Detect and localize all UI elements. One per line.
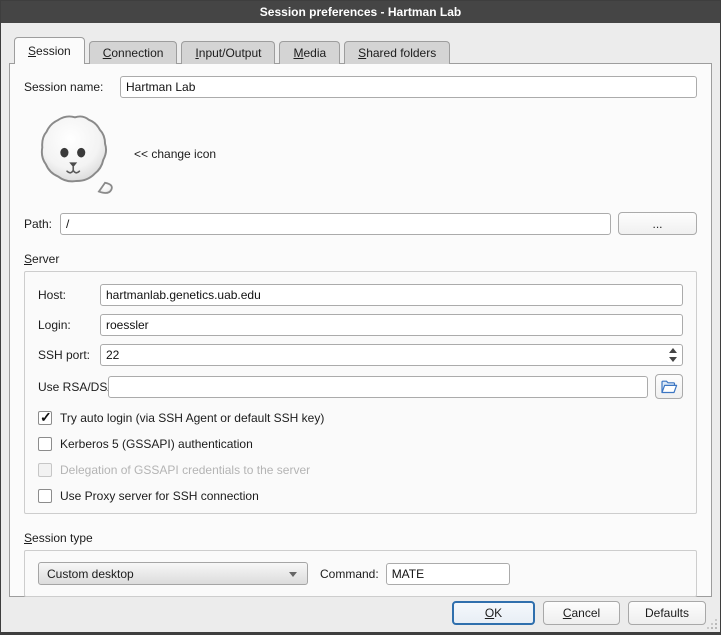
session-type-group-label: Session type <box>24 531 697 545</box>
host-row: Host: <box>38 284 683 306</box>
host-input[interactable] <box>100 284 683 306</box>
spin-up-icon[interactable] <box>669 348 677 353</box>
ok-button[interactable]: OK <box>452 601 535 625</box>
command-input[interactable] <box>386 563 510 585</box>
titlebar[interactable]: Session preferences - Hartman Lab <box>1 1 720 23</box>
ssh-port-row: SSH port: <box>38 344 683 366</box>
tab-shared-folders[interactable]: Shared folders <box>344 41 450 64</box>
spin-buttons <box>664 345 682 365</box>
kerberos-checkbox[interactable] <box>38 437 52 451</box>
defaults-button[interactable]: Defaults <box>628 601 706 625</box>
window-title: Session preferences - Hartman Lab <box>260 5 461 19</box>
tab-media[interactable]: Media <box>279 41 340 64</box>
gssapi-delegation-checkbox-row: Delegation of GSSAPI credentials to the … <box>38 463 683 477</box>
resize-grip[interactable] <box>708 620 718 630</box>
session-type-dropdown[interactable]: Custom desktop <box>38 562 308 585</box>
kerberos-checkbox-row[interactable]: Kerberos 5 (GSSAPI) authentication <box>38 437 683 451</box>
cancel-button[interactable]: Cancel <box>543 601 620 625</box>
proxy-checkbox-row[interactable]: Use Proxy server for SSH connection <box>38 489 683 503</box>
gssapi-delegation-checkbox <box>38 463 52 477</box>
session-type-row: Custom desktop Command: <box>38 562 683 585</box>
spin-down-icon[interactable] <box>669 357 677 362</box>
auto-login-checkbox-row[interactable]: Try auto login (via SSH Agent or default… <box>38 411 683 425</box>
x2go-seal-mascot-icon <box>30 112 120 196</box>
gssapi-delegation-label: Delegation of GSSAPI credentials to the … <box>60 463 310 477</box>
path-input[interactable] <box>60 213 611 235</box>
server-groupbox: Host: Login: SSH port: <box>24 271 697 514</box>
tab-session[interactable]: Session <box>14 37 85 64</box>
session-preferences-dialog: Session preferences - Hartman Lab Sessio… <box>0 0 721 635</box>
kerberos-label: Kerberos 5 (GSSAPI) authentication <box>60 437 253 451</box>
session-icon-row: << change icon <box>24 112 697 196</box>
rsa-key-label: Use RSA/DSA key for ssh connection: <box>38 380 100 394</box>
server-group-label: Server <box>24 252 697 266</box>
session-tab-page: Session name: <box>9 63 712 597</box>
dialog-footer: OK Cancel Defaults <box>9 597 712 632</box>
tab-strip: Session Connection Input/Output Media Sh… <box>14 36 712 63</box>
tab-connection[interactable]: Connection <box>89 41 178 64</box>
chevron-down-icon <box>289 572 297 577</box>
open-folder-icon <box>660 379 678 395</box>
path-row: Path: ... <box>24 212 697 235</box>
auto-login-checkbox[interactable] <box>38 411 52 425</box>
proxy-checkbox[interactable] <box>38 489 52 503</box>
session-name-row: Session name: <box>24 76 697 98</box>
login-row: Login: <box>38 314 683 336</box>
login-input[interactable] <box>100 314 683 336</box>
path-label: Path: <box>24 217 52 231</box>
proxy-label: Use Proxy server for SSH connection <box>60 489 259 503</box>
browse-path-button[interactable]: ... <box>618 212 697 235</box>
tab-input-output[interactable]: Input/Output <box>181 41 275 64</box>
ssh-port-input[interactable] <box>100 344 683 366</box>
auto-login-label: Try auto login (via SSH Agent or default… <box>60 411 324 425</box>
login-label: Login: <box>38 318 100 332</box>
session-type-groupbox: Custom desktop Command: <box>24 550 697 597</box>
session-name-label: Session name: <box>24 80 120 94</box>
ssh-port-spinner <box>100 344 683 366</box>
command-label: Command: <box>320 567 379 581</box>
session-name-input[interactable] <box>120 76 697 98</box>
rsa-key-input[interactable] <box>108 376 648 398</box>
ssh-port-label: SSH port: <box>38 348 100 362</box>
rsa-key-browse-button[interactable] <box>655 374 683 399</box>
dialog-body: Session Connection Input/Output Media Sh… <box>1 23 720 632</box>
session-type-dropdown-value: Custom desktop <box>47 567 134 581</box>
rsa-key-row: Use RSA/DSA key for ssh connection: <box>38 374 683 399</box>
host-label: Host: <box>38 288 100 302</box>
change-icon-label[interactable]: << change icon <box>134 147 216 161</box>
